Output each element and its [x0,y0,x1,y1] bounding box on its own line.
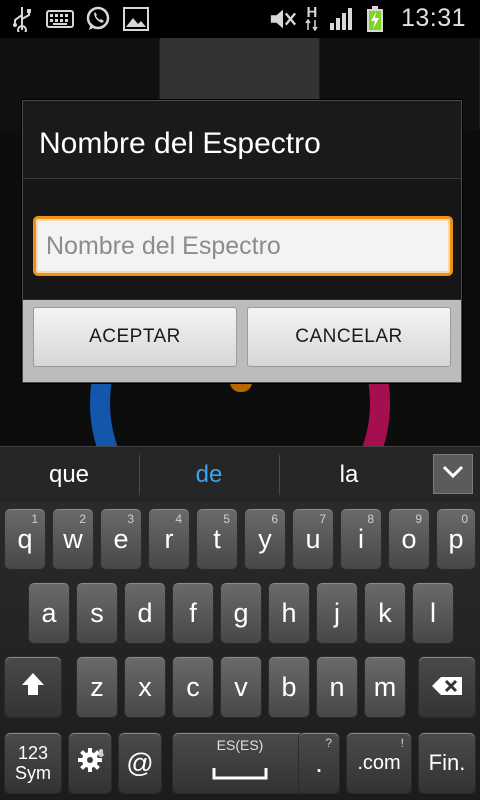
key-hint: 8 [367,512,374,526]
key-label: q [17,523,33,554]
spectrum-name-input[interactable] [33,216,453,276]
suggestion-item-primary[interactable]: de [140,447,278,503]
space-bar-icon [212,756,268,787]
suggestion-item[interactable]: que [0,447,138,503]
signal-icon [327,5,355,33]
screen: H 13:31 SPECTRUM RGB LUT Nombre del Espe… [0,0,480,800]
period-label: . [315,747,323,778]
key-e[interactable]: 3e [100,508,142,570]
key-w[interactable]: 2w [52,508,94,570]
key-hint: 2 [79,512,86,526]
usb-icon [8,5,36,33]
key-hint: 0 [461,512,468,526]
symbols-label-line1: 123 [17,743,49,763]
dialog-body [23,179,461,299]
mic-icon [97,737,105,768]
period-hint: ? [325,736,332,750]
key-k[interactable]: k [364,582,406,644]
done-key[interactable]: Fin. [418,732,476,794]
key-hint: 3 [127,512,134,526]
dotcom-hint: ! [400,736,404,750]
symbols-key-label: 123 Sym [15,743,51,783]
cancel-button[interactable]: CANCELAR [247,307,451,367]
key-label: u [305,523,321,554]
shift-arrow-icon [20,671,46,704]
key-l[interactable]: l [412,582,454,644]
space-key[interactable]: ES(ES) [172,732,308,794]
key-g[interactable]: g [220,582,262,644]
key-a[interactable]: a [28,582,70,644]
backspace-key[interactable] [418,656,476,718]
network-type-label: H [306,3,318,21]
symbols-label-line2: Sym [15,763,51,783]
dotcom-label: .com [357,751,401,774]
key-r[interactable]: 4r [148,508,190,570]
period-key[interactable]: ? . [298,732,340,794]
key-label: o [401,523,417,554]
shift-key[interactable] [4,656,62,718]
key-hint: 5 [223,512,230,526]
key-label: t [213,523,221,554]
dotcom-key[interactable]: ! .com [346,732,412,794]
key-m[interactable]: m [364,656,406,718]
key-b[interactable]: b [268,656,310,718]
key-label: r [164,523,174,554]
key-n[interactable]: n [316,656,358,718]
key-u[interactable]: 7u [292,508,334,570]
mute-icon [269,5,297,33]
key-hint: 6 [271,512,278,526]
key-t[interactable]: 5t [196,508,238,570]
whatsapp-icon [84,5,112,33]
key-j[interactable]: j [316,582,358,644]
key-i[interactable]: 8i [340,508,382,570]
dialog-button-bar: ACEPTAR CANCELAR [23,299,461,382]
key-hint: 7 [319,512,326,526]
key-z[interactable]: z [76,656,118,718]
key-y[interactable]: 6y [244,508,286,570]
key-d[interactable]: d [124,582,166,644]
dialog-title: Nombre del Espectro [39,127,321,160]
backspace-icon [431,672,463,703]
collapse-suggestions-button[interactable] [433,454,473,494]
key-c[interactable]: c [172,656,214,718]
key-label: w [63,523,83,554]
key-p[interactable]: 0p [436,508,476,570]
status-bar: H 13:31 [0,0,480,38]
key-hint: 1 [31,512,38,526]
key-label: p [448,523,464,554]
battery-charging-icon [361,5,389,33]
symbols-key[interactable]: 123 Sym [4,732,62,794]
key-label: y [258,523,272,554]
chevron-down-icon [441,464,465,485]
clock: 13:31 [400,4,466,32]
on-screen-keyboard: 1q 2w 3e 4r 5t 6y 7u 8i 9o 0p a s d f g … [0,502,480,800]
spectrum-name-dialog: Nombre del Espectro ACEPTAR CANCELAR [22,100,462,383]
key-v[interactable]: v [220,656,262,718]
suggestion-strip: que de la [0,446,480,502]
language-label: ES(ES) [216,737,264,753]
accept-button[interactable]: ACEPTAR [33,307,237,367]
key-hint: 4 [175,512,182,526]
key-o[interactable]: 9o [388,508,430,570]
key-f[interactable]: f [172,582,214,644]
settings-key[interactable] [68,732,112,794]
key-label: i [358,523,364,554]
key-s[interactable]: s [76,582,118,644]
key-q[interactable]: 1q [4,508,46,570]
suggestion-item[interactable]: la [280,447,418,503]
at-key[interactable]: @ [118,732,162,794]
key-hint: 9 [415,512,422,526]
data-icon: H [303,5,321,33]
image-icon [122,5,150,33]
keyboard-icon [46,5,74,33]
key-label: e [113,523,129,554]
key-x[interactable]: x [124,656,166,718]
key-h[interactable]: h [268,582,310,644]
